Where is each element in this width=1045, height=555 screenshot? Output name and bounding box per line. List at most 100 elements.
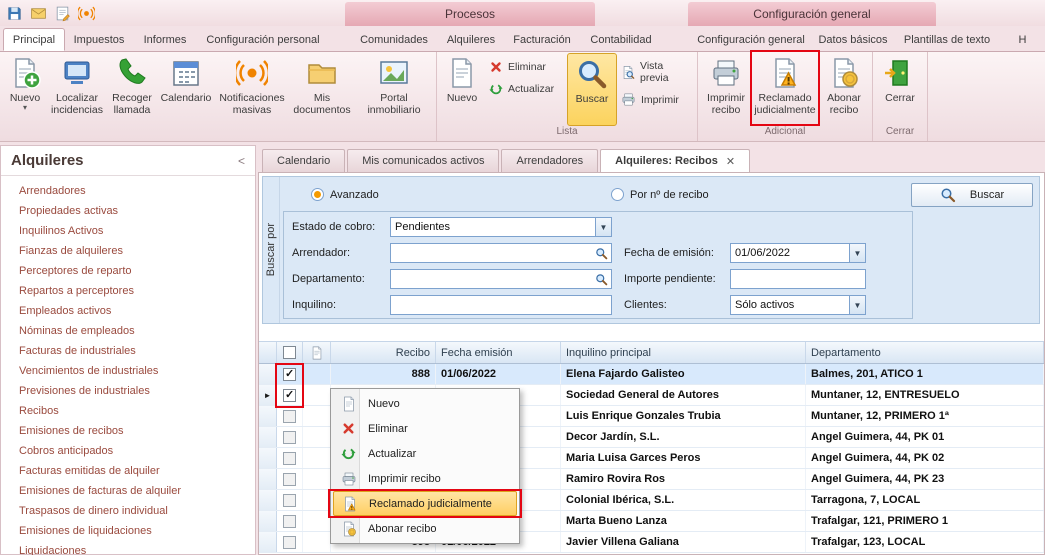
cerrar-button[interactable]: Cerrar (875, 53, 925, 126)
sidebar-item-inquilinos-activos[interactable]: Inquilinos Activos (1, 221, 255, 241)
departamento-input[interactable] (390, 269, 612, 289)
calendario-button[interactable]: Calendario (158, 53, 214, 126)
lookup-search-icon[interactable] (593, 272, 609, 286)
radio-por-numero-recibo[interactable]: Por nº de recibo (611, 188, 709, 201)
menu-item-abonar-recibo[interactable]: Abonar recibo (333, 516, 517, 541)
chevron-down-icon[interactable]: ▼ (595, 218, 611, 236)
row-checkbox[interactable] (283, 389, 296, 402)
sidebar-item-facturas-industriales[interactable]: Facturas de industriales (1, 341, 255, 361)
sidebar-item-facturas-emitidas[interactable]: Facturas emitidas de alquiler (1, 461, 255, 481)
eliminar-button[interactable]: Eliminar (485, 59, 567, 75)
reclamado-judicialmente-button[interactable]: Reclamado judicialmente (752, 53, 818, 126)
broadcast-icon[interactable] (78, 5, 95, 22)
sidebar-item-repartos[interactable]: Repartos a perceptores (1, 281, 255, 301)
lookup-search-icon[interactable] (593, 246, 609, 260)
portal-inmobiliario-button[interactable]: Portal inmobiliario (354, 53, 434, 126)
chevron-down-icon[interactable]: ▼ (849, 296, 865, 314)
chevron-down-icon[interactable]: ▼ (849, 244, 865, 262)
buscar-panel-button[interactable]: Buscar (911, 183, 1033, 207)
close-icon[interactable]: ✕ (726, 155, 735, 168)
mis-documentos-button[interactable]: Mis documentos (290, 53, 354, 126)
tab-datos-basicos[interactable]: Datos básicos (812, 28, 894, 51)
vista-previa-button[interactable]: Vista previa (617, 59, 695, 85)
current-row-indicator: ► (259, 385, 277, 405)
sidebar-item-liquidaciones[interactable]: Liquidaciones (1, 541, 255, 555)
inquilino-input[interactable] (390, 295, 612, 315)
row-checkbox[interactable] (283, 473, 296, 486)
tab-impuestos[interactable]: Impuestos (65, 28, 133, 51)
notificaciones-masivas-button[interactable]: Notificaciones masivas (214, 53, 290, 126)
sidebar-item-emisiones-liquidaciones[interactable]: Emisiones de liquidaciones (1, 521, 255, 541)
menu-item-imprimir-recibo[interactable]: Imprimir recibo (333, 466, 517, 491)
menu-item-actualizar[interactable]: Actualizar (333, 441, 517, 466)
save-icon[interactable] (6, 5, 23, 22)
tab-configuracion-general[interactable]: Configuración general (690, 28, 812, 51)
sidebar-item-perceptores[interactable]: Perceptores de reparto (1, 261, 255, 281)
column-header-recibo[interactable]: Recibo (331, 342, 436, 363)
sidebar-item-emisiones-recibos[interactable]: Emisiones de recibos (1, 421, 255, 441)
tab-herramientas[interactable]: H (1000, 28, 1045, 51)
row-checkbox[interactable] (283, 494, 296, 507)
sidebar-item-vencimientos[interactable]: Vencimientos de industriales (1, 361, 255, 381)
tab-comunidades[interactable]: Comunidades (350, 28, 438, 51)
tab-contabilidad[interactable]: Contabilidad (580, 28, 662, 51)
sidebar-item-nominas[interactable]: Nóminas de empleados (1, 321, 255, 341)
sidebar-item-propiedades-activas[interactable]: Propiedades activas (1, 201, 255, 221)
imprimir-recibo-button[interactable]: Imprimir recibo (700, 53, 752, 126)
sidebar-item-emisiones-facturas[interactable]: Emisiones de facturas de alquiler (1, 481, 255, 501)
locate-incidents-icon (61, 57, 93, 89)
column-header-inquilino[interactable]: Inquilino principal (561, 342, 806, 363)
doc-tab-arrendadores[interactable]: Arrendadores (501, 149, 598, 172)
estado-cobro-select[interactable]: Pendientes ▼ (390, 217, 612, 237)
sidebar-item-traspasos[interactable]: Traspasos de dinero individual (1, 501, 255, 521)
document-column-icon (310, 346, 324, 360)
table-row[interactable]: 888 01/06/2022 Elena Fajardo Galisteo Ba… (259, 364, 1044, 385)
abonar-recibo-button[interactable]: Abonar recibo (818, 53, 870, 126)
nuevo-split-button[interactable]: Nuevo ▾ (2, 53, 48, 126)
sidebar-item-empleados[interactable]: Empleados activos (1, 301, 255, 321)
menu-item-eliminar[interactable]: Eliminar (333, 416, 517, 441)
tab-alquileres[interactable]: Alquileres (438, 28, 504, 51)
doc-tab-calendario[interactable]: Calendario (262, 149, 345, 172)
doc-tab-comunicados[interactable]: Mis comunicados activos (347, 149, 499, 172)
sidebar-item-fianzas[interactable]: Fianzas de alquileres (1, 241, 255, 261)
notes-icon[interactable] (54, 5, 71, 22)
row-checkbox[interactable] (283, 515, 296, 528)
row-checkbox[interactable] (283, 410, 296, 423)
tab-plantillas[interactable]: Plantillas de texto (894, 28, 1000, 51)
importe-pendiente-input[interactable] (730, 269, 866, 289)
sidebar-item-previsiones[interactable]: Previsiones de industriales (1, 381, 255, 401)
clientes-select[interactable]: Sólo activos ▼ (730, 295, 866, 315)
recoger-llamada-button[interactable]: Recoger llamada (106, 53, 158, 126)
sidebar-collapse-button[interactable]: < (238, 154, 245, 168)
row-checkbox[interactable] (283, 452, 296, 465)
doc-tab-recibos[interactable]: Alquileres: Recibos ✕ (600, 149, 750, 172)
menu-item-reclamado-judicialmente[interactable]: Reclamado judicialmente (333, 491, 517, 516)
tab-principal[interactable]: Principal (3, 28, 65, 51)
actualizar-button[interactable]: Actualizar (485, 81, 567, 97)
menu-item-nuevo[interactable]: Nuevo (333, 391, 517, 416)
localizar-incidencias-button[interactable]: Localizar incidencias (48, 53, 106, 126)
column-header-fecha[interactable]: Fecha emisión (436, 342, 561, 363)
nuevo-button[interactable]: Nuevo (439, 53, 485, 126)
tab-configuracion-personal[interactable]: Configuración personal (197, 28, 329, 51)
fecha-emision-select[interactable]: 01/06/2022 ▼ (730, 243, 866, 263)
radio-avanzado[interactable]: Avanzado (311, 188, 379, 201)
imprimir-button[interactable]: Imprimir (617, 91, 695, 108)
sidebar-item-recibos[interactable]: Recibos (1, 401, 255, 421)
row-checkbox[interactable] (283, 368, 296, 381)
sidebar-item-cobros-anticipados[interactable]: Cobros anticipados (1, 441, 255, 461)
row-checkbox[interactable] (283, 431, 296, 444)
tab-informes[interactable]: Informes (133, 28, 197, 51)
arrendador-input[interactable] (390, 243, 612, 263)
buscar-button[interactable]: Buscar (567, 53, 617, 126)
printer-icon (621, 92, 636, 107)
row-checkbox[interactable] (283, 536, 296, 549)
mail-icon[interactable] (30, 5, 47, 22)
sidebar-item-arrendadores[interactable]: Arrendadores (1, 181, 255, 201)
column-header-departamento[interactable]: Departamento (806, 342, 1044, 363)
document-tab-bar: Calendario Mis comunicados activos Arren… (258, 148, 1045, 172)
tab-facturacion[interactable]: Facturación (504, 28, 580, 51)
group-label-adicional: Adicional (700, 126, 870, 141)
select-all-checkbox[interactable] (283, 346, 296, 359)
